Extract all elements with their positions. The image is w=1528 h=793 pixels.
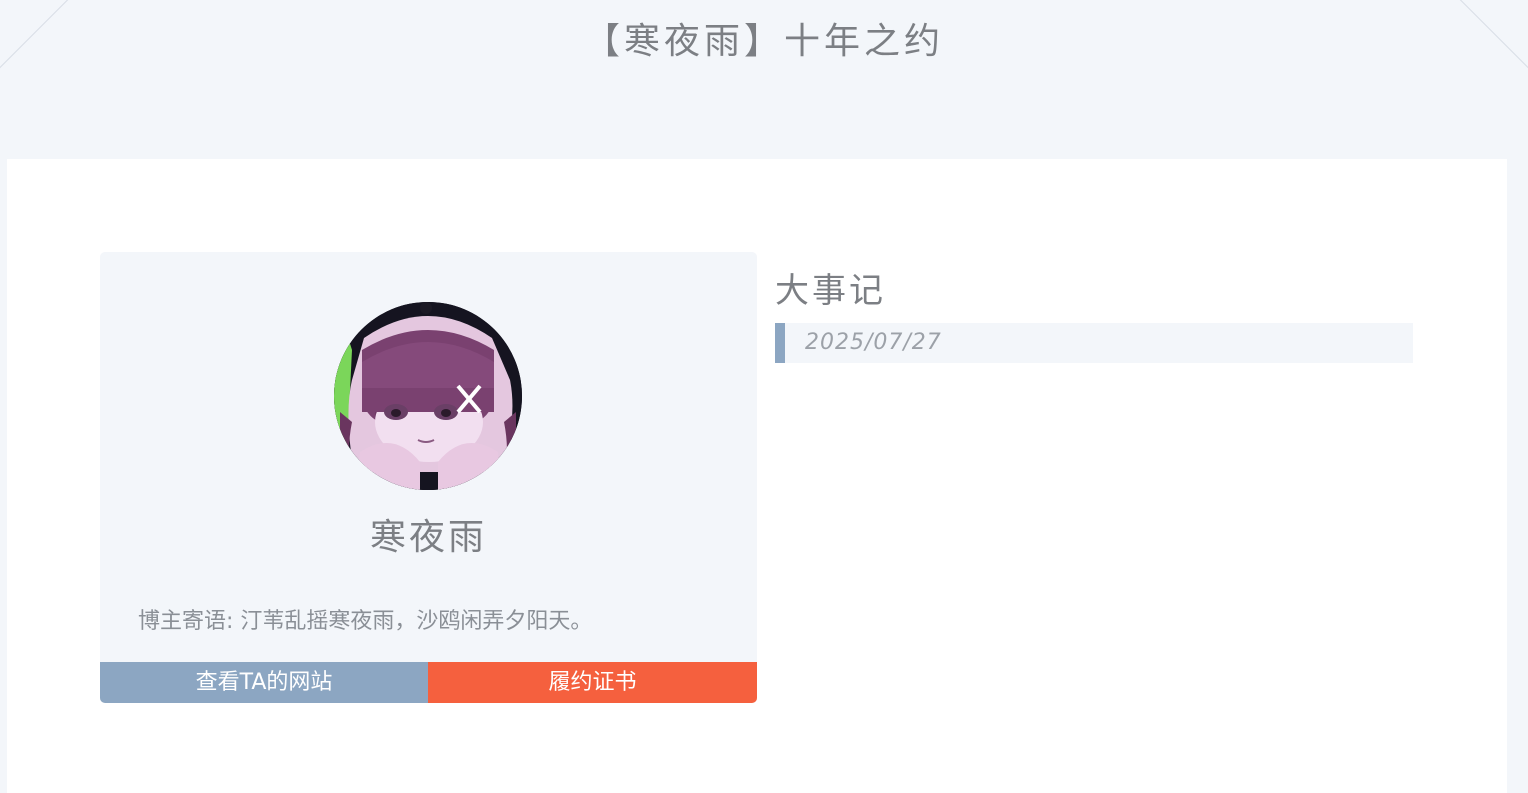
profile-name: 寒夜雨 (369, 517, 487, 558)
profile-actions: 查看TA的网站 履约证书 (100, 662, 757, 703)
avatar-illustration (334, 302, 522, 490)
view-site-button[interactable]: 查看TA的网站 (100, 662, 428, 703)
avatar (334, 302, 522, 490)
certificate-button[interactable]: 履约证书 (428, 662, 757, 703)
event-item: 2025/07/27 (775, 323, 1413, 363)
page: 【寒夜雨】十年之约 寒夜雨 博主寄语: 汀苇乱摇寒夜雨，沙鸥闲弄夕阳天。 查看T… (0, 0, 1528, 793)
profile-card: 寒夜雨 博主寄语: 汀苇乱摇寒夜雨，沙鸥闲弄夕阳天。 查看TA的网站 履约证书 (100, 252, 757, 703)
page-title: 【寒夜雨】十年之约 (583, 21, 944, 62)
main-card: 寒夜雨 博主寄语: 汀苇乱摇寒夜雨，沙鸥闲弄夕阳天。 查看TA的网站 履约证书 … (7, 159, 1507, 793)
event-date: 2025/07/27 (805, 330, 942, 355)
blogger-message: 博主寄语: 汀苇乱摇寒夜雨，沙鸥闲弄夕阳天。 (138, 609, 593, 634)
events-title: 大事记 (775, 271, 886, 311)
